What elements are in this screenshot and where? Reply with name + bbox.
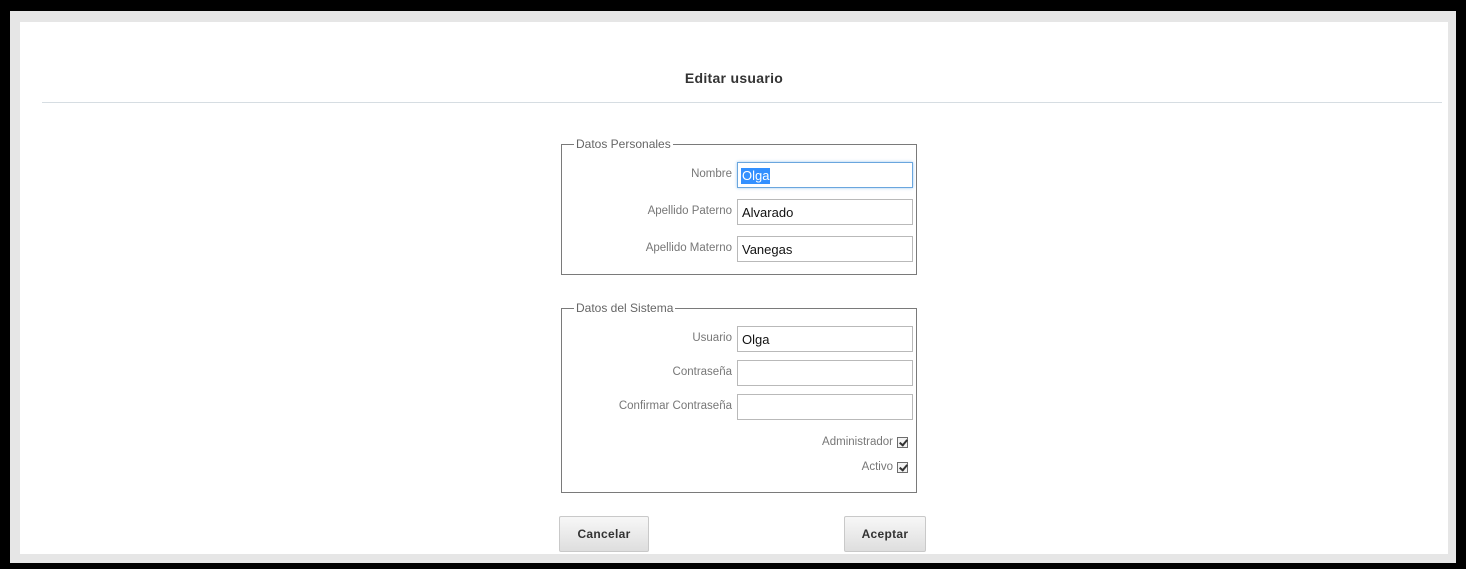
accept-button[interactable]: Aceptar xyxy=(844,516,926,552)
nombre-label: Nombre xyxy=(691,168,732,180)
system-data-fieldset: Datos del Sistema Usuario Contraseña Con… xyxy=(561,300,918,493)
apellido-paterno-row: Apellido Paterno xyxy=(562,199,918,225)
activo-row: Activo xyxy=(862,459,908,475)
page-title: Editar usuario xyxy=(684,70,784,86)
usuario-field[interactable] xyxy=(737,326,913,352)
cancel-button[interactable]: Cancelar xyxy=(559,516,649,552)
confirmar-contrasena-label: Confirmar Contraseña xyxy=(618,400,732,412)
apellido-paterno-label: Apellido Paterno xyxy=(647,205,732,217)
contrasena-label: Contraseña xyxy=(672,366,732,378)
activo-label: Activo xyxy=(861,461,893,473)
edit-user-panel: Editar usuario Datos Personales Nombre O… xyxy=(20,22,1448,554)
contrasena-field[interactable] xyxy=(737,360,913,386)
apellido-materno-label: Apellido Materno xyxy=(645,242,732,254)
nombre-field[interactable]: Olga xyxy=(737,162,913,188)
administrador-checkbox[interactable] xyxy=(897,436,908,448)
usuario-row: Usuario xyxy=(562,326,918,352)
confirmar-contrasena-row: Confirmar Contraseña xyxy=(562,394,918,420)
apellido-materno-field[interactable] xyxy=(737,236,913,262)
nombre-selected-text: Olga xyxy=(741,168,771,184)
apellido-paterno-field[interactable] xyxy=(737,199,913,225)
personal-data-legend: Datos Personales xyxy=(574,136,673,152)
usuario-label: Usuario xyxy=(692,332,732,344)
apellido-materno-row: Apellido Materno xyxy=(562,236,918,262)
administrador-label: Administrador xyxy=(822,436,893,448)
personal-data-fieldset: Datos Personales Nombre Olga Apellido Pa… xyxy=(561,136,918,275)
window-frame: Editar usuario Datos Personales Nombre O… xyxy=(10,11,1456,563)
contrasena-row: Contraseña xyxy=(562,360,918,386)
system-data-legend: Datos del Sistema xyxy=(574,300,676,316)
title-divider xyxy=(42,102,1442,103)
administrador-row: Administrador xyxy=(822,434,908,450)
activo-checkbox[interactable] xyxy=(897,461,908,473)
nombre-row: Nombre Olga xyxy=(562,162,918,188)
confirmar-contrasena-field[interactable] xyxy=(737,394,913,420)
